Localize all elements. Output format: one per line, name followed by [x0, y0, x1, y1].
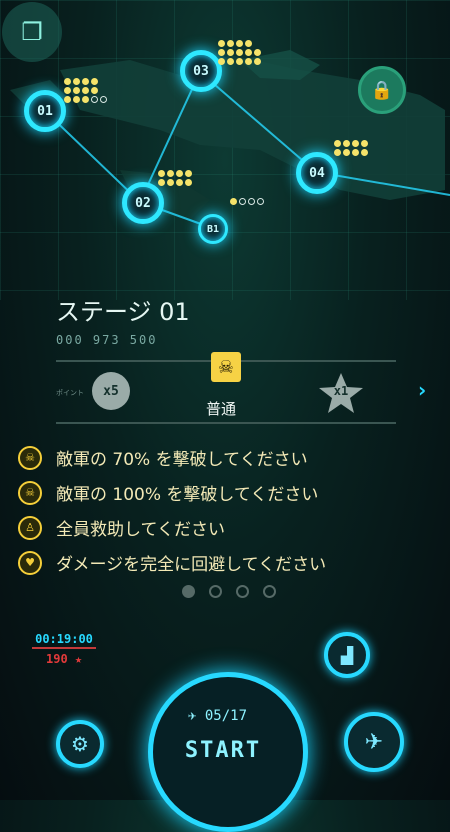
- progress-count: ✈ 05/17: [188, 708, 248, 724]
- mission-item: ♥ ダメージを完全に回避してください: [18, 545, 326, 580]
- point-label: ポイント: [56, 389, 84, 397]
- gear-icon: ⚙: [71, 732, 89, 756]
- stage-node-01[interactable]: 01: [24, 90, 66, 132]
- page-dot[interactable]: [236, 585, 249, 598]
- rescue-icon: ♙: [18, 515, 42, 540]
- page-dot[interactable]: [263, 585, 276, 598]
- point-multiplier-badge: x5: [92, 372, 130, 410]
- stage-node-02[interactable]: 02: [122, 182, 164, 224]
- cards-button[interactable]: ❐: [2, 2, 62, 62]
- node-02-rating: [158, 170, 192, 186]
- node-b1-rating: [230, 198, 264, 205]
- difficulty-label: 普通: [206, 400, 237, 418]
- mission-list: ☠ 敵軍の 70% を撃破してください ☠ 敵軍の 100% を撃破してください…: [18, 440, 326, 580]
- stage-node-03[interactable]: 03: [180, 50, 222, 92]
- settings-button[interactable]: ⚙: [56, 720, 104, 768]
- page-indicator: [182, 585, 276, 598]
- divider-bottom: [56, 422, 396, 424]
- mission-item: ☠ 敵軍の 70% を撃破してください: [18, 440, 326, 475]
- page-dot[interactable]: [182, 585, 195, 598]
- locked-region-button[interactable]: 🔒: [358, 66, 406, 114]
- cards-icon: ❐: [21, 18, 43, 46]
- skull-icon: ☠: [18, 445, 42, 470]
- stage-node-b1[interactable]: B1: [198, 214, 228, 244]
- star-count: 190 ★: [46, 652, 83, 666]
- difficulty-skull-icon: ☠: [211, 352, 241, 382]
- shield-heart-icon: ♥: [18, 550, 42, 575]
- mission-item: ☠ 敵軍の 100% を撃破してください: [18, 475, 326, 510]
- node-03-rating: [218, 40, 261, 65]
- next-difficulty-arrow-icon[interactable]: ›: [418, 378, 426, 402]
- stage-score: 000 973 500: [56, 333, 158, 347]
- stage-node-04[interactable]: 04: [296, 152, 338, 194]
- tank-button[interactable]: ▟: [324, 632, 370, 678]
- node-01-rating: [64, 78, 107, 103]
- lock-icon: 🔒: [370, 79, 394, 101]
- tank-icon: ▟: [340, 645, 354, 665]
- aircraft-star-icon: ✈: [364, 729, 384, 755]
- skull-icon: ☠: [18, 480, 42, 505]
- star-multiplier-badge: x1: [318, 372, 364, 414]
- page-dot[interactable]: [209, 585, 222, 598]
- stage-title: ステージ 01: [56, 298, 190, 326]
- node-04-rating: [334, 140, 368, 156]
- star-icon: ★: [74, 652, 83, 666]
- start-label: START: [184, 738, 262, 763]
- mission-item: ♙ 全員救助してください: [18, 510, 326, 545]
- aircraft-upgrade-button[interactable]: ✈: [344, 712, 404, 772]
- best-time: 00:19:00: [32, 632, 96, 649]
